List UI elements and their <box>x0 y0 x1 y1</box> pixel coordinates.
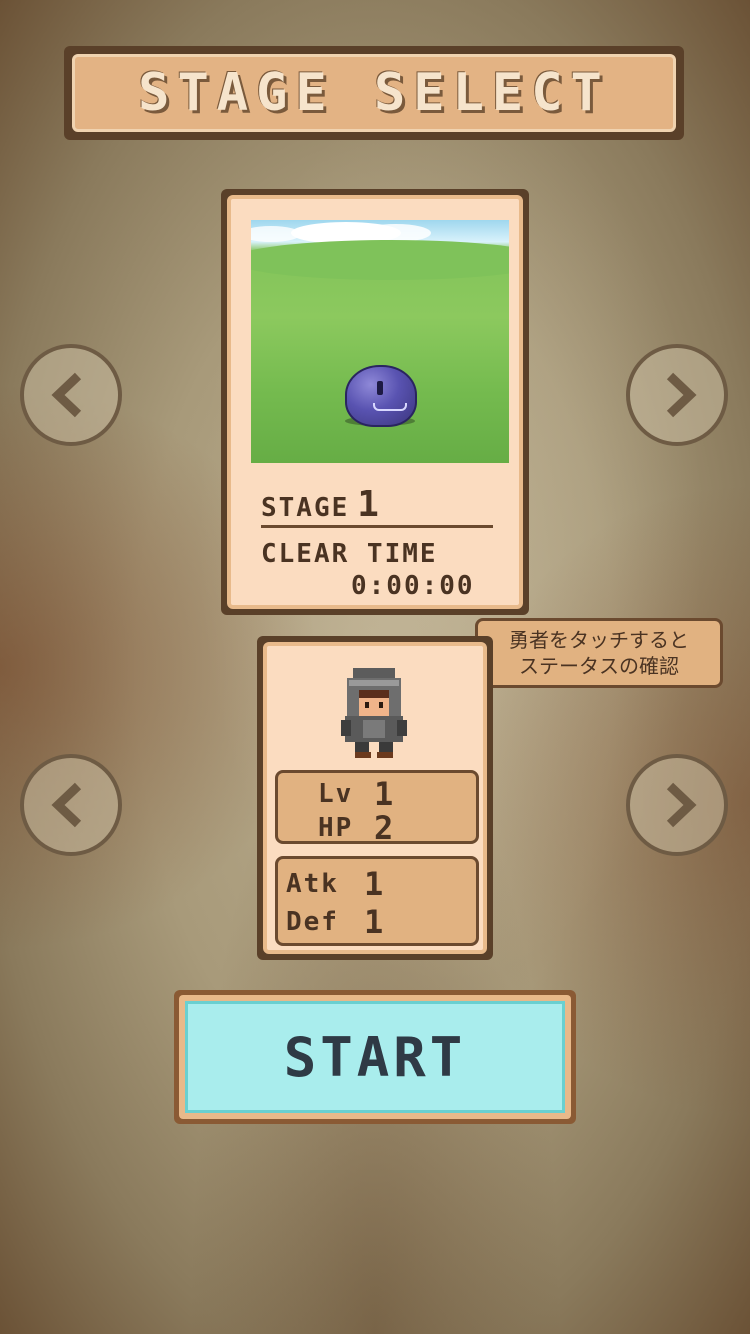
clear-time-value: 0:00:00 <box>351 571 475 601</box>
page-title: STAGE SELECT <box>138 63 610 123</box>
stage-prev-button[interactable] <box>20 344 122 446</box>
hero-atk-row: Atk 1 <box>286 865 476 903</box>
def-value: 1 <box>364 903 386 941</box>
hero-card: Lv 1 HP 2 Atk 1 Def 1 <box>257 636 493 960</box>
hp-label: HP <box>318 813 354 843</box>
title-banner: STAGE SELECT <box>64 46 684 140</box>
stage-preview-image <box>251 220 509 463</box>
tooltip-line-2: ステータスの確認 <box>519 654 679 678</box>
level-value: 1 <box>374 775 396 813</box>
chevron-right-icon <box>666 372 697 418</box>
slime-enemy-icon <box>345 365 417 427</box>
hero-level-hp-box: Lv 1 HP 2 <box>275 770 479 847</box>
hero-prev-button[interactable] <box>20 754 122 856</box>
stage-label: STAGE <box>261 493 350 523</box>
hero-tooltip: 勇者をタッチすると ステータスの確認 <box>475 618 723 688</box>
chevron-right-icon <box>666 782 697 828</box>
atk-value: 1 <box>364 865 386 903</box>
hero-atk-def-box: Atk 1 Def 1 <box>275 856 479 946</box>
stage-number-row: STAGE 1 <box>261 487 493 528</box>
def-label: Def <box>286 907 339 937</box>
stage-next-button[interactable] <box>626 344 728 446</box>
hero-level-row: Lv 1 <box>318 775 476 813</box>
level-label: Lv <box>318 779 354 809</box>
atk-label: Atk <box>286 869 339 899</box>
chevron-left-icon <box>51 372 82 418</box>
stage-number: 1 <box>357 484 381 525</box>
start-button-label: START <box>283 1025 467 1089</box>
stage-card[interactable]: STAGE 1 CLEAR TIME 0:00:00 <box>221 189 529 615</box>
hero-hp-row: HP 2 <box>318 809 476 847</box>
hp-value: 2 <box>374 809 396 847</box>
hero-next-button[interactable] <box>626 754 728 856</box>
hero-def-row: Def 1 <box>286 903 476 941</box>
chevron-left-icon <box>51 782 82 828</box>
tooltip-line-1: 勇者をタッチすると <box>509 628 689 652</box>
start-button[interactable]: START <box>174 990 576 1124</box>
hero-sprite-icon[interactable] <box>337 664 411 760</box>
clear-time-label: CLEAR TIME <box>261 539 438 569</box>
